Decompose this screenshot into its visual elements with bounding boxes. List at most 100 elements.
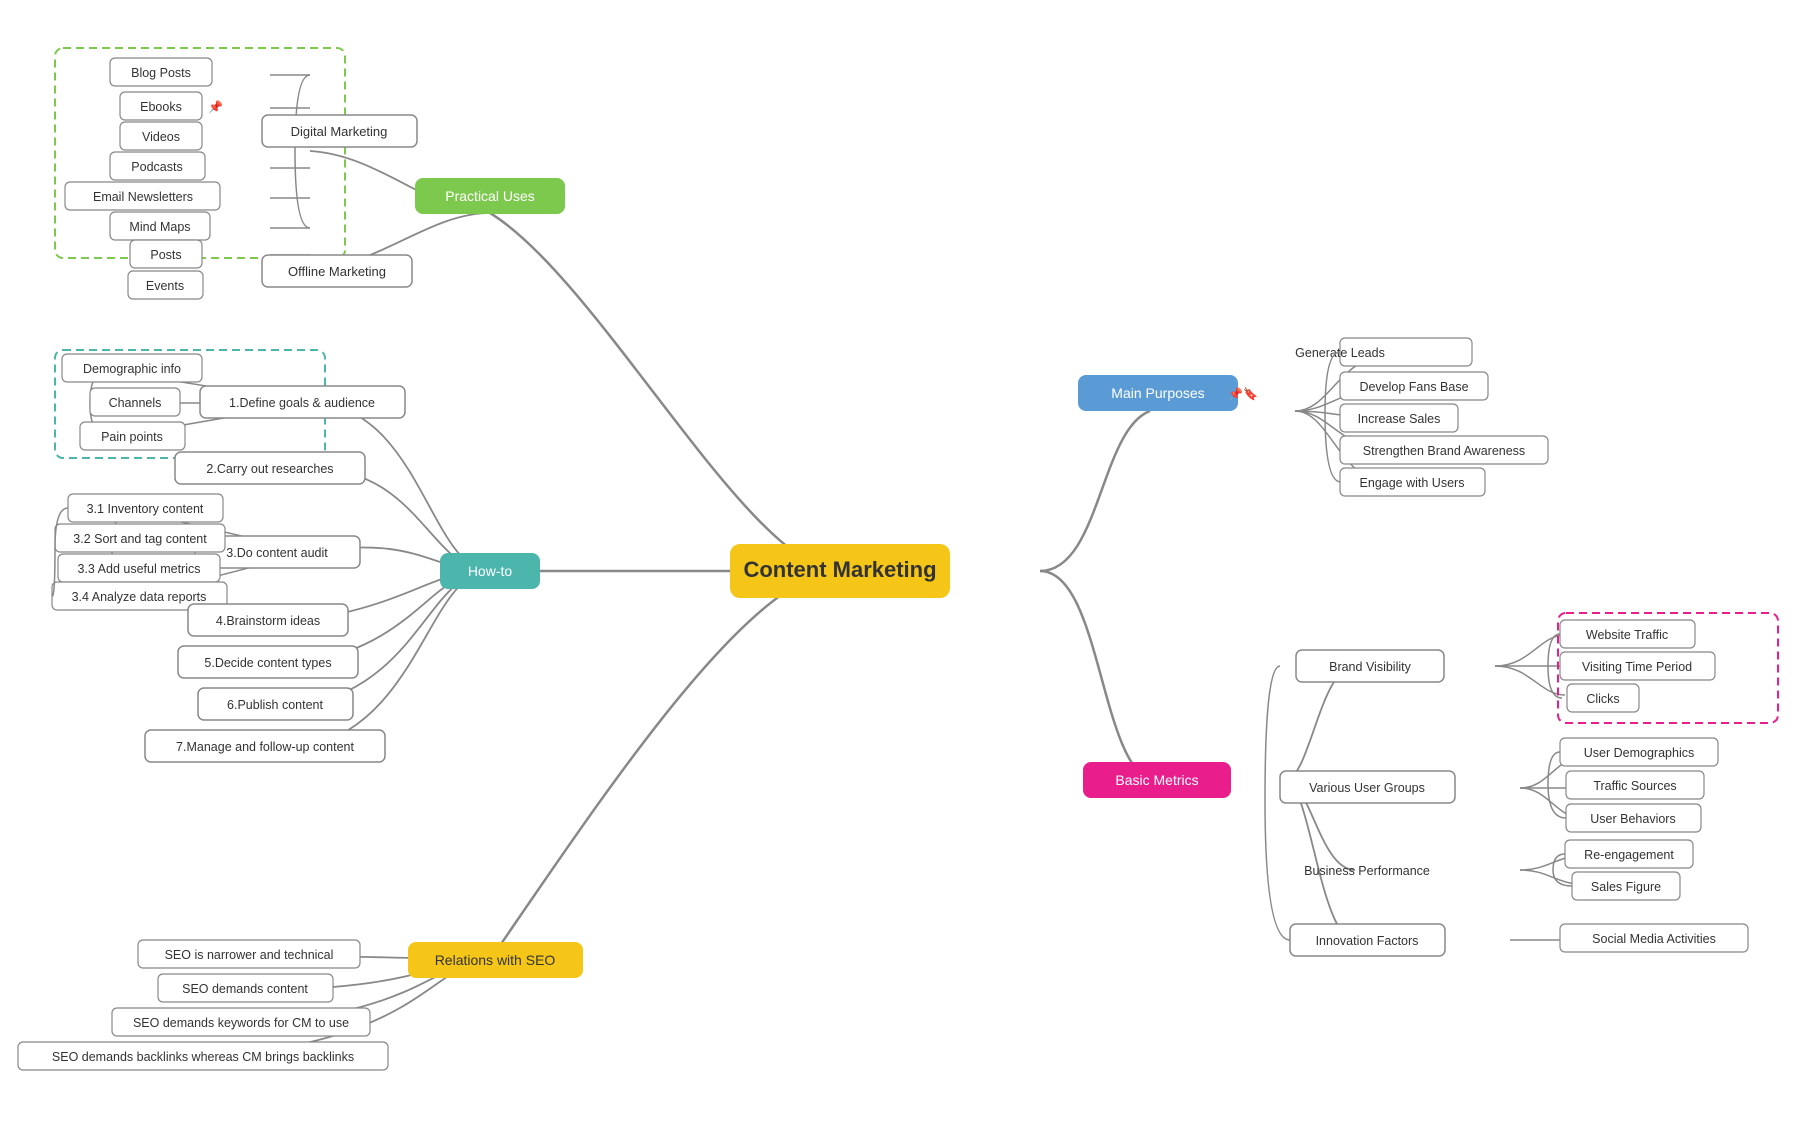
svg-text:Offline Marketing: Offline Marketing [288,264,386,279]
svg-text:Email Newsletters: Email Newsletters [93,190,193,204]
svg-text:Brand Visibility: Brand Visibility [1329,660,1412,674]
svg-text:3.2 Sort and tag content: 3.2 Sort and tag content [73,532,207,546]
publish-content-node: 6.Publish content [198,688,353,720]
svg-text:Strengthen Brand Awareness: Strengthen Brand Awareness [1363,444,1525,458]
svg-text:Various User Groups: Various User Groups [1309,781,1425,795]
carry-researches-node: 2.Carry out researches [175,452,365,484]
digital-marketing-node: Digital Marketing [262,115,417,147]
svg-text:Videos: Videos [142,130,180,144]
svg-text:Main Purposes: Main Purposes [1111,385,1204,401]
svg-text:Channels: Channels [109,396,162,410]
center-label: Content Marketing [743,557,936,582]
posts-node: Posts [130,240,202,268]
seo-demands-backlinks-node: SEO demands backlinks whereas CM brings … [18,1042,388,1070]
svg-text:SEO demands keywords for CM to: SEO demands keywords for CM to use [133,1016,349,1030]
traffic-sources-node: Traffic Sources [1566,771,1704,799]
svg-text:3.Do content audit: 3.Do content audit [226,546,328,560]
seo-demands-keywords-node: SEO demands keywords for CM to use [112,1008,370,1036]
sort-tag-content-node: 3.2 Sort and tag content [55,524,225,552]
svg-text:Engage with Users: Engage with Users [1360,476,1465,490]
main-purposes-node: Main Purposes 📌🔖 [1078,375,1258,411]
practical-uses-label: Practical Uses [445,188,534,204]
mind-maps-node: Mind Maps [110,212,210,240]
blog-posts-node: Blog Posts [110,58,212,86]
svg-text:6.Publish content: 6.Publish content [227,698,323,712]
svg-text:Relations with SEO: Relations with SEO [435,952,556,968]
practical-uses-node: Practical Uses [415,178,565,214]
increase-sales-node: Increase Sales [1340,404,1458,432]
svg-text:Demographic info: Demographic info [83,362,181,376]
svg-text:Ebooks: Ebooks [140,100,182,114]
svg-text:Website Traffic: Website Traffic [1586,628,1668,642]
strengthen-brand-node: Strengthen Brand Awareness [1340,436,1548,464]
user-behaviors-node: User Behaviors [1566,804,1701,832]
svg-text:Social Media Activities: Social Media Activities [1592,932,1716,946]
decide-content-types-node: 5.Decide content types [178,646,358,678]
sales-figure-node: Sales Figure [1572,872,1680,900]
svg-text:7.Manage and follow-up content: 7.Manage and follow-up content [176,740,354,754]
various-user-groups-node: Various User Groups [1280,771,1455,803]
channels-node: Channels [90,388,180,416]
svg-text:SEO demands backlinks whereas: SEO demands backlinks whereas CM brings … [52,1050,354,1064]
svg-text:Increase Sales: Increase Sales [1358,412,1441,426]
brainstorm-ideas-node: 4.Brainstorm ideas [188,604,348,636]
offline-marketing-node: Offline Marketing [262,255,412,287]
email-newsletters-node: Email Newsletters [65,182,220,210]
demographic-info-node: Demographic info [62,354,202,382]
website-traffic-node: Website Traffic [1560,620,1695,648]
mindmap-svg: Content Marketing Practical Uses Digital… [0,0,1807,1142]
pain-points-node: Pain points [80,422,185,450]
how-to-node: How-to [440,553,540,589]
seo-demands-content-node: SEO demands content [158,974,333,1002]
svg-text:Basic Metrics: Basic Metrics [1115,772,1198,788]
engage-users-node: Engage with Users [1340,468,1485,496]
svg-text:Events: Events [146,279,184,293]
center-node: Content Marketing [730,544,950,598]
svg-text:Podcasts: Podcasts [131,160,182,174]
inventory-content-node: 3.1 Inventory content [68,494,223,522]
svg-text:Traffic Sources: Traffic Sources [1593,779,1676,793]
svg-text:Generate Leads: Generate Leads [1295,346,1385,360]
svg-text:SEO demands content: SEO demands content [182,982,308,996]
svg-text:Visiting Time Period: Visiting Time Period [1582,660,1692,674]
svg-text:SEO is narrower and technical: SEO is narrower and technical [165,948,334,962]
re-engagement-node: Re-engagement [1565,840,1693,868]
svg-text:Posts: Posts [150,248,181,262]
ebooks-node: Ebooks 📌 [120,92,223,120]
define-goals-node: 1.Define goals & audience [200,386,405,418]
svg-text:3.1 Inventory content: 3.1 Inventory content [87,502,204,516]
visiting-time-period-node: Visiting Time Period [1560,652,1715,680]
svg-text:3.3 Add useful metrics: 3.3 Add useful metrics [78,562,201,576]
svg-text:📌: 📌 [208,99,223,114]
svg-text:Blog Posts: Blog Posts [131,66,191,80]
svg-text:2.Carry out researches: 2.Carry out researches [206,462,333,476]
svg-text:Sales Figure: Sales Figure [1591,880,1661,894]
svg-text:Business Performance: Business Performance [1304,864,1430,878]
svg-text:3.4 Analyze data reports: 3.4 Analyze data reports [72,590,207,604]
business-performance-node: Business Performance [1304,864,1430,878]
svg-text:Mind Maps: Mind Maps [129,220,190,234]
svg-text:Innovation Factors: Innovation Factors [1316,934,1419,948]
svg-text:Clicks: Clicks [1586,692,1619,706]
clicks-node: Clicks [1567,684,1639,712]
podcasts-node: Podcasts [110,152,205,180]
svg-text:1.Define goals & audience: 1.Define goals & audience [229,396,375,410]
user-demographics-node: User Demographics [1560,738,1718,766]
videos-node: Videos [120,122,202,150]
seo-narrower-node: SEO is narrower and technical [138,940,360,968]
digital-marketing-label: Digital Marketing [291,124,388,139]
develop-fans-base-node: Develop Fans Base [1340,372,1488,400]
relations-seo-node: Relations with SEO [408,942,583,978]
svg-text:Develop Fans Base: Develop Fans Base [1359,380,1468,394]
events-node: Events [128,271,203,299]
svg-text:4.Brainstorm ideas: 4.Brainstorm ideas [216,614,320,628]
generate-leads-node: Generate Leads [1295,338,1472,366]
social-media-activities-node: Social Media Activities [1560,924,1748,952]
svg-text:Pain points: Pain points [101,430,163,444]
svg-text:User Behaviors: User Behaviors [1590,812,1675,826]
svg-text:5.Decide content types: 5.Decide content types [204,656,331,670]
svg-text:How-to: How-to [468,563,513,579]
manage-followup-node: 7.Manage and follow-up content [145,730,385,762]
brand-visibility-node: Brand Visibility [1296,650,1444,682]
svg-text:Re-engagement: Re-engagement [1584,848,1674,862]
